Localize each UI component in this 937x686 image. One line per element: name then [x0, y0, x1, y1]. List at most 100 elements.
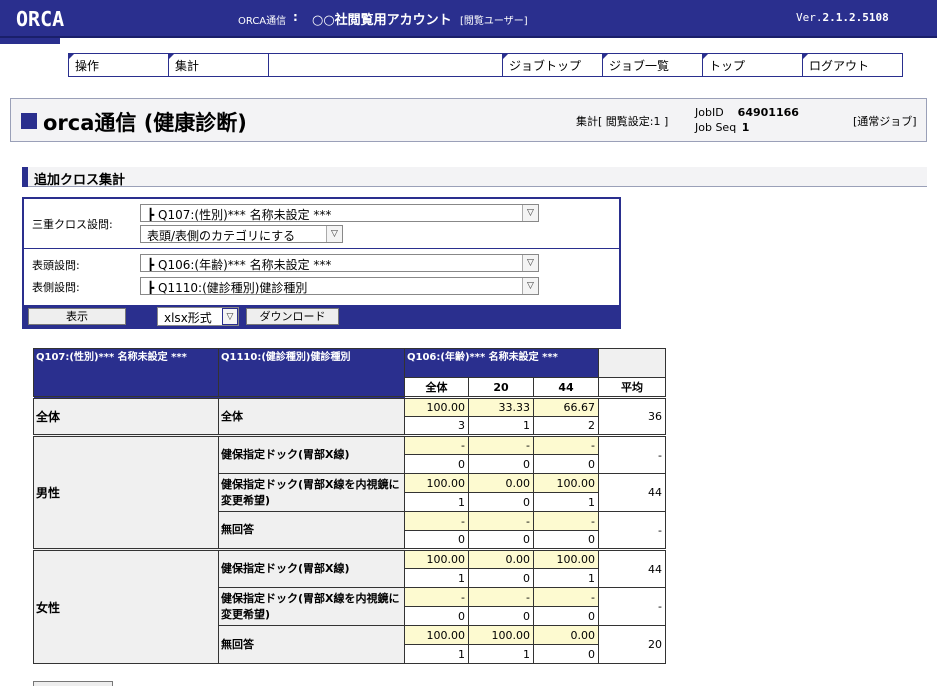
menu-top[interactable]: トップ: [703, 54, 803, 76]
sub-header-20: 20: [468, 377, 534, 398]
version-label: Ver.2.1.2.5108: [796, 11, 889, 24]
pct-cell: 100.00: [404, 396, 469, 417]
orca-logo[interactable]: ORCA: [16, 7, 64, 31]
head-question-select[interactable]: ┣ Q106:(年齢)*** 名称未設定 *** ▽: [140, 254, 539, 272]
user-role: [閲覧ユーザー]: [460, 16, 528, 27]
count-cell: 3: [404, 416, 469, 436]
pct-cell: -: [533, 587, 599, 607]
category-select[interactable]: 表頭/表側のカテゴリにする ▽: [140, 225, 343, 243]
service-name: ORCA通信: [238, 16, 287, 27]
row-label: 健保指定ドック(胃部X線): [218, 548, 405, 588]
count-cell: 1: [404, 644, 469, 664]
count-cell: 0: [468, 568, 534, 588]
count-cell: 1: [404, 568, 469, 588]
show-button[interactable]: 表示: [28, 308, 126, 325]
pct-cell: -: [468, 434, 534, 455]
pct-cell: -: [404, 434, 469, 455]
avg-cell: -: [598, 587, 666, 626]
pct-cell: 100.00: [404, 473, 469, 493]
count-cell: 0: [468, 606, 534, 626]
cross-tab-table: Q107:(性別)*** 名称未設定 *** Q1110:(健診種別)健診種別 …: [33, 348, 666, 664]
bottom-button[interactable]: [33, 681, 113, 686]
avg-cell: 44: [598, 548, 666, 588]
menu-job-list[interactable]: ジョブ一覧: [603, 54, 703, 76]
menu-ops[interactable]: 操作: [69, 54, 169, 76]
count-cell: 0: [404, 530, 469, 550]
download-button[interactable]: ダウンロード: [246, 308, 339, 325]
chevron-down-icon: ▽: [222, 308, 238, 325]
row-label: 健保指定ドック(胃部X線を内視鏡に変更希望): [218, 587, 405, 626]
page-title: orca通信 (健康診断): [43, 111, 247, 135]
view-setting: 集計[ 閲覧設定:1 ]: [576, 115, 669, 128]
pct-cell: 0.00: [468, 473, 534, 493]
page-title-bar: orca通信 (健康診断) 集計[ 閲覧設定:1 ] JobID 64901166…: [10, 98, 927, 142]
group-label: 全体: [33, 396, 219, 436]
pct-cell: -: [468, 511, 534, 531]
count-cell: 1: [533, 568, 599, 588]
pct-cell: 100.00: [533, 473, 599, 493]
pct-cell: -: [533, 511, 599, 531]
count-cell: 0: [404, 606, 469, 626]
cross-tab-form: 三重クロス設問: ┣ Q107:(性別)*** 名称未設定 *** ▽ 表頭/表側…: [22, 197, 621, 329]
group-label: 男性: [33, 434, 219, 550]
count-cell: 0: [533, 606, 599, 626]
form-footer: 表示 xlsx形式 ▽ ダウンロード: [24, 305, 619, 329]
row-label: 無回答: [218, 625, 405, 664]
pct-cell: 0.00: [468, 548, 534, 569]
format-select[interactable]: xlsx形式 ▽: [157, 307, 239, 326]
chevron-down-icon: ▽: [522, 278, 538, 294]
avg-cell: 20: [598, 625, 666, 664]
count-cell: 1: [533, 492, 599, 512]
avg-cell: 36: [598, 396, 666, 436]
menu-logout[interactable]: ログアウト: [803, 54, 902, 76]
avg-cell: -: [598, 434, 666, 474]
count-cell: 0: [533, 530, 599, 550]
chevron-down-icon: ▽: [522, 205, 538, 221]
count-cell: 0: [533, 454, 599, 474]
age-col-header: Q106:(年齢)*** 名称未設定 ***: [404, 348, 599, 378]
header-accent: [0, 38, 60, 44]
menu-job-top[interactable]: ジョブトップ: [503, 54, 603, 76]
app-header: ORCA ORCA通信 : ○○社閲覧用アカウント [閲覧ユーザー] Ver.2…: [0, 0, 937, 38]
menu-aggregate[interactable]: 集計: [169, 54, 269, 76]
count-cell: 0: [468, 530, 534, 550]
pct-cell: 33.33: [468, 396, 534, 417]
row-label: 健保指定ドック(胃部X線): [218, 434, 405, 474]
exam-type-col-header: Q1110:(健診種別)健診種別: [218, 348, 405, 398]
pct-cell: 100.00: [404, 625, 469, 645]
avg-cell: -: [598, 511, 666, 550]
account-name: ○○社閲覧用アカウント: [312, 13, 452, 28]
side-question-select[interactable]: ┣ Q1110:(健診種別)健診種別 ▽: [140, 277, 539, 295]
count-cell: 1: [404, 492, 469, 512]
row-label: 全体: [218, 396, 405, 436]
head-question-label: 表頭設問:: [32, 259, 80, 272]
chevron-down-icon: ▽: [522, 255, 538, 271]
count-cell: 2: [533, 416, 599, 436]
job-id: 64901166: [737, 106, 799, 119]
count-cell: 1: [468, 644, 534, 664]
count-cell: 1: [468, 416, 534, 436]
count-cell: 0: [404, 454, 469, 474]
header-separator: :: [293, 10, 298, 24]
triple-cross-select[interactable]: ┣ Q107:(性別)*** 名称未設定 *** ▽: [140, 204, 539, 222]
gender-col-header: Q107:(性別)*** 名称未設定 ***: [33, 348, 219, 398]
count-cell: 0: [468, 454, 534, 474]
pct-cell: -: [404, 587, 469, 607]
pct-cell: 0.00: [533, 625, 599, 645]
job-info: JobID 64901166 Job Seq 1: [695, 106, 799, 134]
group-label: 女性: [33, 548, 219, 664]
section-title: 追加クロス集計: [34, 173, 126, 188]
count-cell: 0: [533, 644, 599, 664]
pct-cell: 66.67: [533, 396, 599, 417]
pct-cell: 100.00: [404, 548, 469, 569]
avg-header: 平均: [598, 377, 666, 398]
count-cell: 0: [468, 492, 534, 512]
job-type: [通常ジョブ]: [853, 115, 917, 128]
job-seq: 1: [741, 121, 750, 134]
pct-cell: -: [468, 587, 534, 607]
chevron-down-icon: ▽: [326, 226, 342, 242]
triple-cross-label: 三重クロス設問:: [32, 218, 113, 231]
pct-cell: 100.00: [533, 548, 599, 569]
pct-cell: 100.00: [468, 625, 534, 645]
section-header: 追加クロス集計: [22, 167, 927, 188]
